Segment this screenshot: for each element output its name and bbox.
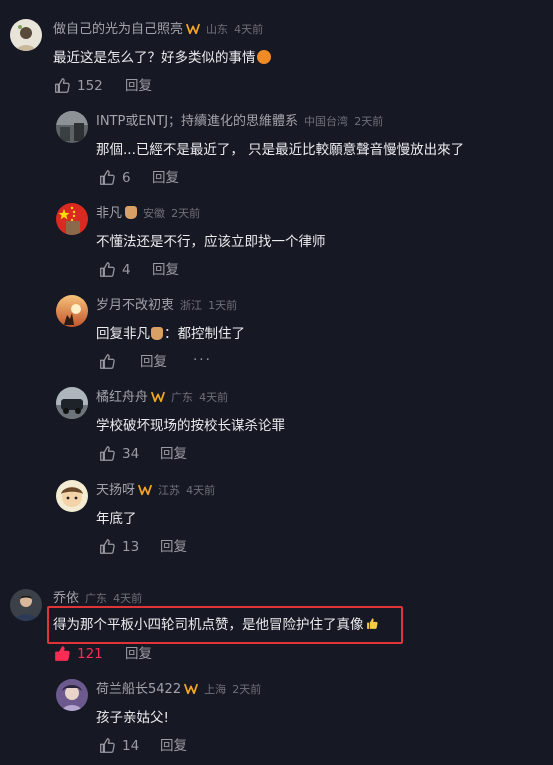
comment-actions: 152 回复 bbox=[53, 77, 253, 100]
like-button[interactable]: 4 bbox=[98, 261, 131, 279]
comment-actions: 34 回复 bbox=[98, 445, 298, 468]
like-button[interactable]: 14 bbox=[98, 737, 139, 755]
comment-header: 岁月不改初衷 浙江 1天前 bbox=[96, 298, 237, 314]
reply-button[interactable]: 回复 bbox=[140, 353, 167, 371]
thumbs-up-icon bbox=[98, 445, 116, 463]
victory-hand-emoji bbox=[125, 206, 138, 219]
thumbs-up-icon bbox=[98, 353, 116, 371]
location: 中国台湾 bbox=[304, 115, 349, 128]
avatar[interactable] bbox=[56, 480, 88, 512]
timestamp: 2天前 bbox=[354, 115, 384, 128]
timestamp: 1天前 bbox=[208, 299, 238, 312]
reply-button[interactable]: 回复 bbox=[160, 538, 187, 556]
like-button[interactable]: 152 bbox=[53, 77, 103, 95]
like-count: 4 bbox=[122, 262, 131, 278]
comment-actions: 4 回复 bbox=[98, 261, 298, 284]
location: 江苏 bbox=[158, 484, 181, 497]
comment-header: 做自己的光为自己照亮 山东 4天前 bbox=[53, 22, 263, 38]
comment-text: 得为那个平板小四轮司机点赞，是他冒险护住了真像 bbox=[53, 616, 379, 634]
like-button[interactable]: 34 bbox=[98, 445, 139, 463]
like-count: 34 bbox=[122, 446, 140, 462]
exploding-head-emoji bbox=[256, 50, 271, 64]
comment-text: 不懂法还是不行，应该立即找一个律师 bbox=[96, 234, 326, 250]
username[interactable]: 岁月不改初衷 bbox=[96, 298, 174, 313]
reply-mention[interactable]: 回复非凡 bbox=[96, 326, 150, 342]
thumbs-up-icon bbox=[98, 169, 116, 187]
thumbs-up-icon bbox=[53, 77, 71, 95]
comment-header: 乔依 广东 4天前 bbox=[53, 591, 142, 607]
comment-text: 学校破坏现场的按校长谋杀论罪 bbox=[96, 418, 285, 434]
avatar[interactable] bbox=[56, 203, 88, 235]
timestamp: 4天前 bbox=[113, 592, 143, 605]
avatar[interactable] bbox=[10, 19, 42, 51]
like-count: 121 bbox=[77, 646, 103, 662]
thumbs-up-icon bbox=[98, 538, 116, 556]
username[interactable]: 非凡 bbox=[96, 206, 122, 221]
like-count: 6 bbox=[122, 170, 131, 186]
reply-button[interactable]: 回复 bbox=[152, 261, 179, 279]
location: 上海 bbox=[204, 683, 227, 696]
like-count: 152 bbox=[77, 78, 103, 94]
location: 浙江 bbox=[180, 299, 203, 312]
username[interactable]: 乔依 bbox=[53, 591, 79, 606]
like-button[interactable]: 13 bbox=[98, 538, 139, 556]
avatar[interactable] bbox=[56, 679, 88, 711]
comment-text: 年底了 bbox=[96, 511, 137, 527]
comment-text: 最近这是怎么了？好多类似的事情 bbox=[53, 49, 271, 67]
timestamp: 2天前 bbox=[232, 683, 262, 696]
reply-button[interactable]: 回复 bbox=[160, 737, 187, 755]
username[interactable]: 荷兰船长5422 bbox=[96, 682, 181, 697]
comment-actions: 6 回复 bbox=[98, 169, 298, 192]
comment-text: 回复非凡 ：都控制住了 bbox=[96, 326, 245, 342]
badge-icon bbox=[186, 23, 200, 35]
location: 广东 bbox=[85, 592, 108, 605]
comment-header: 非凡 安徽 2天前 bbox=[96, 206, 200, 222]
comment-actions: 13 回复 bbox=[98, 538, 298, 561]
location: 广东 bbox=[171, 391, 194, 404]
reply-button[interactable]: 回复 bbox=[152, 169, 179, 187]
comment-actions: 回复 ··· bbox=[98, 351, 298, 376]
like-count: 14 bbox=[122, 738, 140, 754]
timestamp: 4天前 bbox=[186, 484, 216, 497]
reply-button[interactable]: 回复 bbox=[125, 77, 152, 95]
more-options-button[interactable]: ··· bbox=[193, 351, 212, 369]
reply-button[interactable]: 回复 bbox=[160, 445, 187, 463]
reply-button[interactable]: 回复 bbox=[125, 645, 152, 663]
like-button[interactable]: 121 bbox=[53, 645, 103, 663]
comment-text: 那個...已經不是最近了， 只是最近比較願意聲音慢慢放出來了 bbox=[96, 142, 465, 158]
thumbs-up-icon bbox=[98, 737, 116, 755]
comment-actions: 121 回复 bbox=[53, 645, 253, 668]
comment-header: INTP或ENTJ；持續進化的思維體系 中国台湾 2天前 bbox=[96, 114, 383, 130]
badge-icon bbox=[184, 683, 198, 695]
comment-actions: 14 回复 bbox=[98, 737, 298, 760]
location: 山东 bbox=[206, 23, 229, 36]
thumbs-up-emoji bbox=[365, 617, 379, 631]
comment-text: 孩子亲姑父! bbox=[96, 710, 169, 726]
avatar[interactable] bbox=[56, 295, 88, 327]
avatar[interactable] bbox=[56, 111, 88, 143]
avatar[interactable] bbox=[56, 387, 88, 419]
username[interactable]: 天扬呀 bbox=[96, 483, 135, 498]
victory-hand-emoji bbox=[151, 327, 163, 340]
badge-icon bbox=[138, 484, 152, 496]
comment-header: 橘红舟舟 广东 4天前 bbox=[96, 390, 228, 406]
comment-header: 天扬呀 江苏 4天前 bbox=[96, 483, 215, 499]
thumbs-up-icon bbox=[53, 645, 71, 663]
username[interactable]: 做自己的光为自己照亮 bbox=[53, 22, 183, 37]
timestamp: 4天前 bbox=[199, 391, 229, 404]
like-button[interactable]: 6 bbox=[98, 169, 131, 187]
username[interactable]: 橘红舟舟 bbox=[96, 390, 148, 405]
username[interactable]: INTP或ENTJ；持續進化的思維體系 bbox=[96, 114, 298, 129]
timestamp: 4天前 bbox=[234, 23, 264, 36]
timestamp: 2天前 bbox=[171, 207, 201, 220]
like-button[interactable] bbox=[98, 353, 122, 371]
badge-icon bbox=[151, 391, 165, 403]
location: 安徽 bbox=[143, 207, 166, 220]
avatar[interactable] bbox=[10, 589, 42, 621]
thumbs-up-icon bbox=[98, 261, 116, 279]
like-count: 13 bbox=[122, 539, 140, 555]
comment-header: 荷兰船长5422 上海 2天前 bbox=[96, 682, 261, 698]
